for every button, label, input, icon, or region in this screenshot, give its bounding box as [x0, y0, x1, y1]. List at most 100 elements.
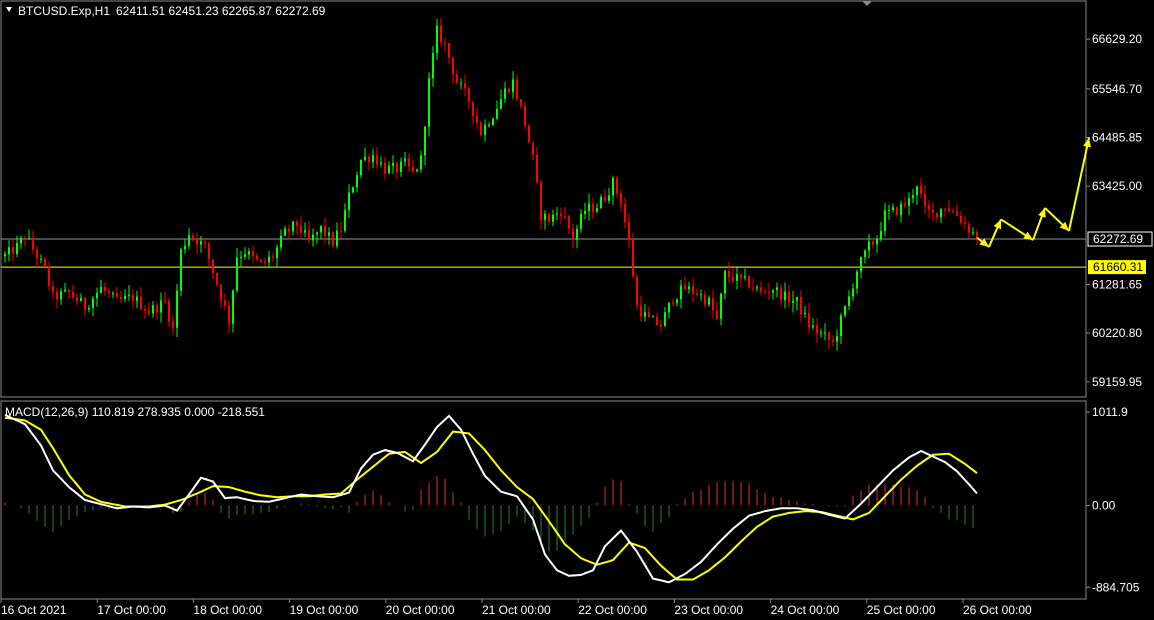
candle-body — [840, 315, 842, 337]
candle-body — [360, 159, 362, 176]
candle-body — [212, 259, 214, 274]
candle-body — [400, 161, 402, 173]
time-tick-label: 25 Oct 00:00 — [867, 603, 936, 617]
candle-body — [120, 297, 122, 300]
candle-body — [512, 79, 514, 93]
candle-body — [376, 155, 378, 165]
candle-body — [868, 241, 870, 251]
candle-body — [896, 207, 898, 216]
chart-canvas: 66629.20 65546.70 64485.85 63425.00 61281.65… — [0, 0, 1154, 620]
candle-body — [304, 230, 306, 233]
candle-body — [644, 312, 646, 317]
candle-body — [76, 297, 78, 302]
candle-body — [860, 257, 862, 272]
candle-body — [444, 42, 446, 44]
candle-body — [80, 297, 82, 302]
candle-body — [844, 305, 846, 316]
candle-body — [852, 288, 854, 297]
candle-body — [320, 225, 322, 233]
candle-body — [532, 142, 534, 156]
candle-body — [596, 208, 598, 212]
candle-body — [712, 297, 714, 311]
candle-body — [632, 239, 634, 277]
candle-body — [128, 295, 130, 297]
candle-body — [936, 212, 938, 218]
candle-body — [784, 291, 786, 301]
candle-body — [536, 155, 538, 183]
candle-body — [316, 232, 318, 235]
candle-body — [172, 321, 174, 328]
candle-body — [696, 293, 698, 296]
candle-body — [940, 208, 942, 218]
candle-body — [624, 204, 626, 222]
candle-body — [240, 256, 242, 258]
candle-body — [328, 232, 330, 236]
candle-body — [252, 251, 254, 256]
time-tick-label: 16 Oct 2021 — [1, 603, 67, 617]
candle-body — [92, 298, 94, 308]
candle-body — [492, 118, 494, 126]
candle-body — [432, 53, 434, 79]
candle-body — [496, 108, 498, 119]
candle-body — [456, 74, 458, 83]
time-tick-label: 17 Oct 00:00 — [97, 603, 166, 617]
candle-body — [652, 316, 654, 318]
candle-body — [108, 291, 110, 294]
candle-body — [700, 294, 702, 296]
price-tick-label: 59159.95 — [1092, 375, 1142, 389]
candle-body — [780, 287, 782, 301]
candle-body — [720, 293, 722, 319]
candle-body — [228, 305, 230, 324]
candle-body — [832, 339, 834, 342]
price-tick-label: 63425.00 — [1092, 179, 1142, 193]
candle-body — [136, 296, 138, 302]
candle-body — [60, 291, 62, 300]
candle-body — [160, 300, 162, 313]
candle-body — [560, 213, 562, 216]
candle-body — [952, 211, 954, 213]
candle-body — [40, 258, 42, 260]
candle-body — [736, 274, 738, 281]
candle-body — [912, 195, 914, 199]
candle-body — [480, 122, 482, 136]
price-tick-label: 66629.20 — [1092, 32, 1142, 46]
candle-body — [484, 125, 486, 136]
candle-body — [356, 175, 358, 188]
candle-body — [140, 296, 142, 310]
candle-body — [168, 300, 170, 322]
candle-body — [892, 207, 894, 211]
candle-body — [660, 324, 662, 327]
candle-body — [16, 243, 18, 254]
candle-body — [32, 237, 34, 250]
candle-body — [324, 225, 326, 236]
candle-body — [556, 213, 558, 215]
candle-body — [648, 312, 650, 318]
candle-body — [692, 286, 694, 294]
candle-body — [664, 312, 666, 327]
candle-body — [56, 291, 58, 300]
candle-body — [920, 186, 922, 194]
candle-body — [28, 237, 30, 239]
candle-body — [312, 234, 314, 241]
candle-body — [412, 166, 414, 172]
candle-body — [580, 213, 582, 229]
candle-body — [188, 235, 190, 246]
candle-body — [384, 162, 386, 174]
candle-body — [836, 336, 838, 342]
candle-body — [656, 316, 658, 325]
candle-body — [792, 300, 794, 303]
candle-body — [500, 98, 502, 109]
candle-body — [800, 296, 802, 315]
candle-body — [540, 182, 542, 221]
candle-body — [20, 237, 22, 244]
candle-body — [684, 285, 686, 290]
chart-background — [0, 0, 1154, 620]
candle-body — [880, 230, 882, 240]
candle-body — [84, 297, 86, 310]
candle-body — [4, 254, 6, 257]
candle-body — [472, 101, 474, 117]
candle-body — [808, 312, 810, 328]
candle-body — [392, 163, 394, 166]
candle-body — [256, 255, 258, 260]
candle-body — [96, 293, 98, 299]
